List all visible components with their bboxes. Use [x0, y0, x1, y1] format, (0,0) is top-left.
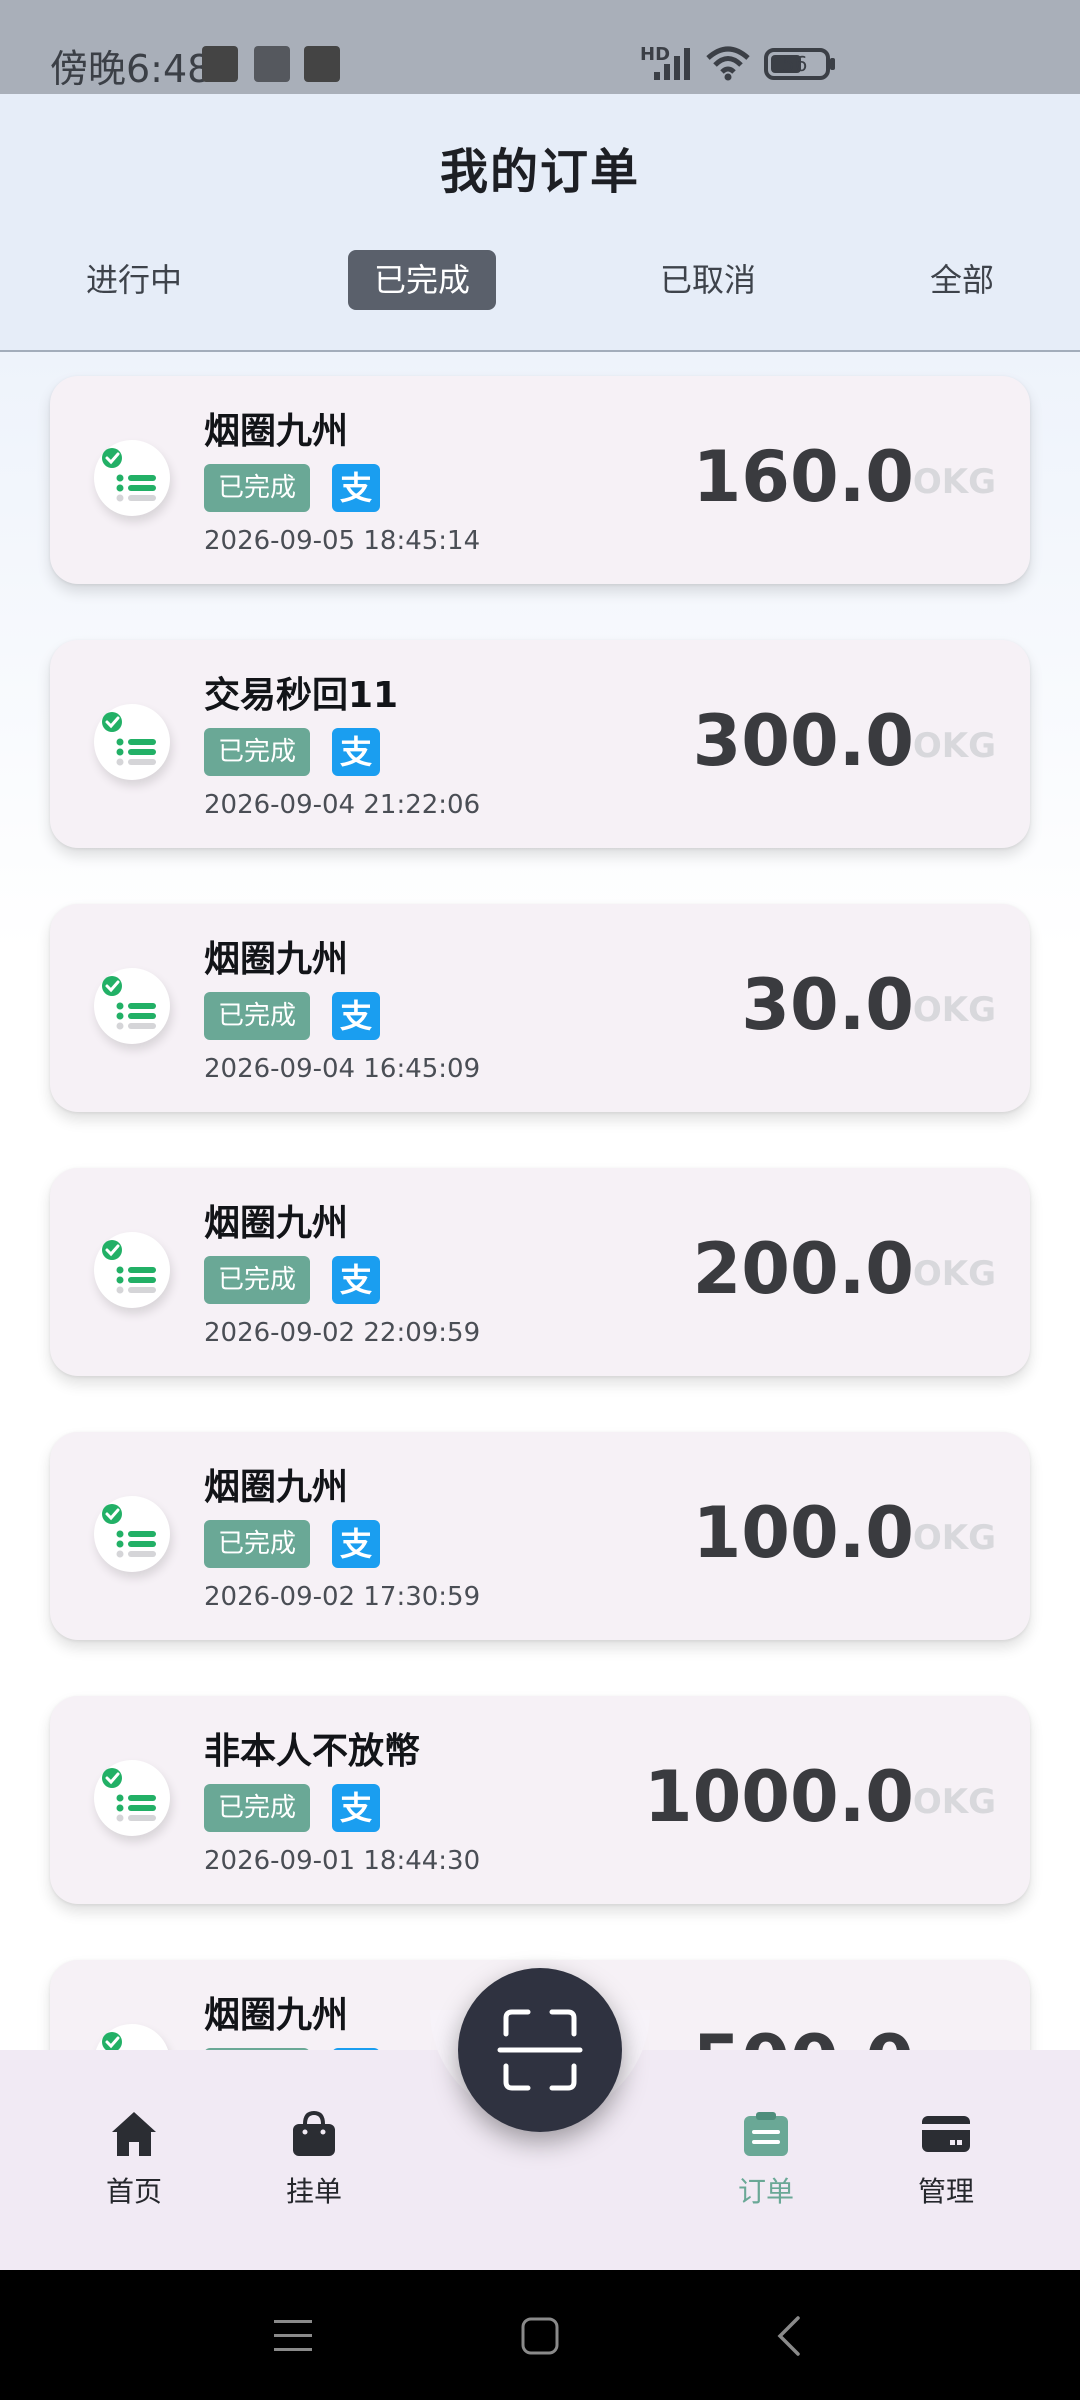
back-icon[interactable]	[774, 2314, 804, 2358]
nav-orders-label: 订单	[737, 2175, 794, 2208]
menu-icon[interactable]	[272, 2316, 314, 2356]
notification-icon	[304, 46, 340, 82]
tab-all[interactable]: 全部	[930, 250, 994, 310]
signal-icon	[654, 48, 690, 80]
order-list-icon	[94, 704, 170, 780]
status-time: 傍晚6:48	[50, 47, 212, 91]
order-time: 2026-09-02 17:30:59	[204, 1582, 481, 1612]
currency-unit: OKG	[912, 1254, 996, 1294]
nav-orders[interactable]: 订单	[706, 2108, 826, 2210]
bag-icon	[293, 2110, 335, 2156]
nav-manage[interactable]: 管理	[886, 2108, 1006, 2210]
nav-listing-label: 挂单	[285, 2175, 342, 2208]
order-time: 2026-09-02 22:09:59	[204, 1318, 481, 1348]
currency-unit: OKG	[912, 1782, 996, 1822]
order-time: 2026-09-04 21:22:06	[204, 790, 481, 820]
order-list-icon	[94, 440, 170, 516]
order-card[interactable]: 烟圈九州 已完成 支 2026-09-05 18:45:14 160.0 OKG	[50, 376, 1030, 584]
currency-unit: OKG	[912, 462, 996, 502]
alipay-icon: 支	[332, 1784, 380, 1832]
notification-icon	[202, 46, 238, 82]
status-badge: 已完成	[204, 1520, 311, 1568]
orders-icon	[744, 2112, 788, 2156]
tab-completed[interactable]: 已完成	[348, 250, 497, 310]
status-badge: 已完成	[204, 992, 311, 1040]
alipay-glyph: 支	[340, 733, 372, 771]
order-time: 2026-09-01 18:44:30	[204, 1846, 481, 1876]
merchant-name: 烟圈九州	[204, 1995, 349, 2036]
nav-home-label: 首页	[105, 2175, 162, 2208]
home-icon	[112, 2112, 156, 2156]
home-button-icon[interactable]	[520, 2316, 560, 2356]
tab-in-progress[interactable]: 进行中	[86, 250, 182, 310]
merchant-name: 烟圈九州	[204, 939, 349, 980]
order-list-icon	[94, 968, 170, 1044]
merchant-name: 交易秒回11	[204, 675, 399, 716]
order-card[interactable]: 交易秒回11 已完成 支 2026-09-04 21:22:06 300.0 O…	[50, 640, 1030, 848]
currency-unit: OKG	[912, 726, 996, 766]
status-badge: 已完成	[204, 464, 311, 512]
page-title: 我的订单	[439, 144, 640, 200]
currency-unit: OKG	[912, 1518, 996, 1558]
card-icon	[922, 2116, 970, 2152]
wifi-icon	[706, 46, 750, 81]
order-card[interactable]: 烟圈九州 已完成 支 2026-09-02 17:30:59 100.0 OKG	[50, 1432, 1030, 1640]
app-notification-icon	[254, 46, 290, 82]
merchant-name: 烟圈九州	[204, 1203, 349, 1244]
order-amount: 1000.0	[643, 1756, 914, 1838]
nav-listing[interactable]: 挂单	[254, 2108, 374, 2210]
nav-home[interactable]: 首页	[74, 2108, 194, 2210]
order-list[interactable]: 烟圈九州 已完成 支 2026-09-05 18:45:14 160.0 OKG	[0, 352, 1080, 2052]
status-badge: 已完成	[204, 1256, 311, 1304]
order-list-icon	[94, 1496, 170, 1572]
order-amount: 160.0	[692, 436, 914, 518]
order-amount: 300.0	[692, 700, 914, 782]
order-amount: 500.0	[693, 2020, 914, 2052]
alipay-glyph: 支	[340, 1525, 372, 1563]
order-amount: 100.0	[692, 1492, 914, 1574]
order-time: 2026-09-04 16:45:09	[204, 1054, 481, 1084]
alipay-glyph: 支	[340, 997, 372, 1035]
alipay-icon: 支	[332, 1256, 380, 1304]
order-card[interactable]: 烟圈九州 已完成 支 2026-09-02 22:09:59 200.0 OKG	[50, 1168, 1030, 1376]
alipay-icon: 支	[332, 992, 380, 1040]
scan-icon	[497, 2009, 583, 2091]
status-bar: 傍晚6:48 HD 56	[0, 0, 1080, 94]
merchant-name: 烟圈九州	[204, 411, 349, 452]
status-badge: 已完成	[204, 1784, 311, 1832]
alipay-glyph: 支	[340, 1261, 372, 1299]
order-card[interactable]: 非本人不放幣 已完成 支 2026-09-01 18:44:30 1000.0 …	[50, 1696, 1030, 1904]
alipay-icon: 支	[332, 728, 380, 776]
currency-unit: OKG	[912, 990, 996, 1030]
order-list-icon	[94, 1232, 170, 1308]
order-amount: 30.0	[741, 964, 914, 1046]
alipay-icon: 支	[332, 464, 380, 512]
nav-manage-label: 管理	[917, 2175, 974, 2208]
battery-level: 56	[782, 52, 808, 76]
system-nav-bar	[0, 2270, 1080, 2400]
alipay-icon: 支	[332, 1520, 380, 1568]
alipay-glyph: 支	[340, 469, 372, 507]
order-time: 2026-09-05 18:45:14	[204, 526, 481, 556]
alipay-glyph: 支	[340, 1789, 372, 1827]
merchant-name: 非本人不放幣	[204, 1731, 421, 1772]
scan-button[interactable]	[458, 1968, 622, 2132]
tab-cancelled[interactable]: 已取消	[660, 250, 756, 310]
order-card[interactable]: 烟圈九州 已完成 支 2026-09-04 16:45:09 30.0 OKG	[50, 904, 1030, 1112]
status-badge: 已完成	[204, 728, 311, 776]
order-amount: 200.0	[692, 1228, 914, 1310]
order-list-icon	[94, 2024, 170, 2052]
merchant-name: 烟圈九州	[204, 1467, 349, 1508]
order-list-icon	[94, 1760, 170, 1836]
